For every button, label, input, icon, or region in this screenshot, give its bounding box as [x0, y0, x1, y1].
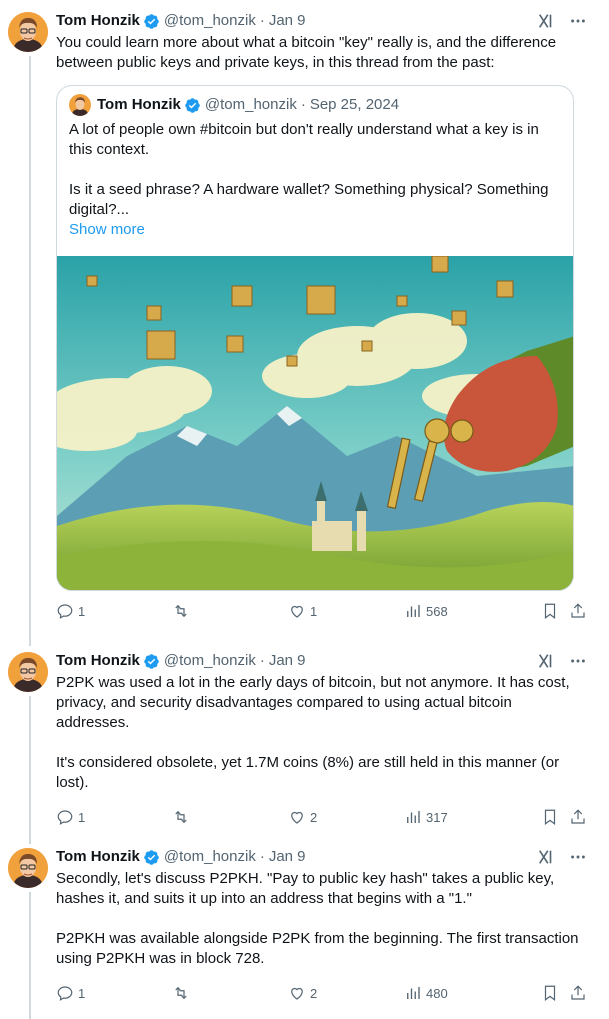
avatar[interactable]	[8, 848, 48, 888]
tweet-actions: 1 2 480	[56, 983, 587, 1003]
quote-tweet[interactable]: Tom Honzik @tom_honzik · Sep 25, 2024 A …	[56, 85, 574, 591]
show-more-link[interactable]: Show more	[69, 220, 561, 240]
like-count: 1	[310, 603, 318, 619]
heart-icon	[291, 811, 303, 824]
heart-icon	[291, 987, 303, 1000]
reply-count: 1	[78, 809, 86, 825]
grok-icon[interactable]	[537, 12, 555, 30]
separator-dot: ·	[259, 12, 265, 29]
views-button[interactable]: 317	[404, 808, 516, 826]
tweet-date[interactable]: Jan 9	[269, 12, 306, 30]
share-icon	[571, 603, 585, 618]
avatar[interactable]	[8, 652, 48, 692]
view-count: 568	[426, 603, 448, 619]
author-handle[interactable]: @tom_honzik	[164, 12, 256, 30]
tweet-date[interactable]: Jan 9	[269, 848, 306, 866]
views-icon	[407, 811, 420, 823]
tweet-actions: 1 2 317	[56, 807, 587, 827]
grok-icon[interactable]	[537, 652, 555, 670]
share-button[interactable]	[569, 808, 587, 826]
quote-author-name: Tom Honzik	[97, 96, 181, 113]
reply-icon	[57, 810, 73, 825]
bookmark-button[interactable]	[541, 602, 559, 620]
tweet-header: Tom Honzik @tom_honzik · Jan 9	[56, 848, 587, 866]
share-button[interactable]	[569, 602, 587, 620]
views-icon	[407, 987, 420, 999]
share-icon	[571, 985, 585, 1000]
like-button[interactable]: 1	[288, 602, 404, 620]
tweet-date[interactable]: Jan 9	[269, 652, 306, 670]
quote-avatar	[69, 94, 91, 116]
author-handle[interactable]: @tom_honzik	[164, 848, 256, 866]
author-name[interactable]: Tom Honzik	[56, 652, 140, 670]
reply-button[interactable]: 1	[56, 602, 172, 620]
retweet-icon	[175, 810, 187, 824]
views-icon	[407, 605, 420, 617]
verified-badge-icon	[144, 13, 159, 29]
quote-text: A lot of people own #bitcoin but don't r…	[69, 121, 549, 218]
like-button[interactable]: 2	[288, 808, 404, 826]
reply-icon	[57, 986, 73, 1001]
more-options-icon[interactable]	[569, 652, 587, 670]
quote-author-handle: @tom_honzik	[204, 96, 297, 113]
share-icon	[571, 809, 585, 824]
view-count: 480	[426, 985, 448, 1001]
quote-image[interactable]	[57, 256, 574, 590]
retweet-button[interactable]	[172, 602, 288, 620]
tweet[interactable]: Tom Honzik @tom_honzik · Jan 9 You could…	[0, 0, 609, 640]
views-button[interactable]: 568	[404, 602, 516, 620]
quote-date: Sep 25, 2024	[309, 96, 400, 113]
share-button[interactable]	[569, 984, 587, 1002]
bookmark-button[interactable]	[541, 984, 559, 1002]
retweet-button[interactable]	[172, 808, 288, 826]
tweet[interactable]: Tom Honzik @tom_honzik · Jan 9 Secondly,…	[0, 836, 609, 1019]
author-name[interactable]: Tom Honzik	[56, 12, 140, 30]
verified-badge-icon	[144, 653, 159, 669]
view-count: 317	[426, 809, 448, 825]
tweet-text: P2PK was used a lot in the early days of…	[56, 674, 570, 791]
grok-icon[interactable]	[537, 848, 555, 866]
separator-dot: ·	[259, 848, 265, 865]
reply-count: 1	[78, 603, 86, 619]
like-count: 2	[310, 809, 318, 825]
retweet-icon	[175, 604, 187, 618]
tweet[interactable]: Tom Honzik @tom_honzik · Jan 9 P2PK was …	[0, 640, 609, 840]
more-options-icon[interactable]	[569, 12, 587, 30]
bookmark-button[interactable]	[541, 808, 559, 826]
tweet-header: Tom Honzik @tom_honzik · Jan 9	[56, 652, 587, 670]
reply-button[interactable]: 1	[56, 984, 172, 1002]
tweet-text: Secondly, let's discuss P2PKH. "Pay to p…	[56, 870, 579, 967]
tweet-header: Tom Honzik @tom_honzik · Jan 9	[56, 12, 587, 30]
reply-count: 1	[78, 985, 86, 1001]
author-handle[interactable]: @tom_honzik	[164, 652, 256, 670]
verified-badge-icon	[185, 97, 200, 113]
views-button[interactable]: 480	[404, 984, 516, 1002]
separator-dot: ·	[300, 96, 306, 113]
tweet-actions: 1 1 568	[56, 601, 587, 621]
reply-button[interactable]: 1	[56, 808, 172, 826]
bookmark-icon	[544, 603, 556, 619]
quote-header: Tom Honzik @tom_honzik · Sep 25, 2024	[69, 94, 561, 116]
like-button[interactable]: 2	[288, 984, 404, 1002]
tweet-text: You could learn more about what a bitcoi…	[56, 34, 561, 71]
bookmark-icon	[544, 985, 556, 1001]
more-options-icon[interactable]	[569, 848, 587, 866]
bookmark-icon	[544, 809, 556, 825]
heart-icon	[291, 605, 303, 618]
like-count: 2	[310, 985, 318, 1001]
reply-icon	[57, 604, 73, 619]
avatar[interactable]	[8, 12, 48, 52]
verified-badge-icon	[144, 849, 159, 865]
author-name[interactable]: Tom Honzik	[56, 848, 140, 866]
retweet-button[interactable]	[172, 984, 288, 1002]
retweet-icon	[175, 986, 187, 1000]
separator-dot: ·	[259, 652, 265, 669]
